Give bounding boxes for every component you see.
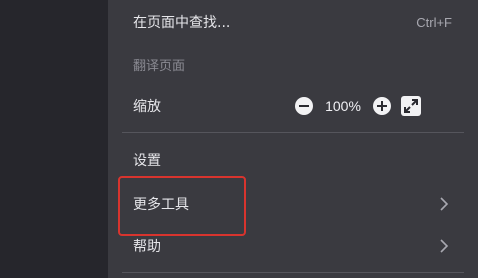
menu-item-more-tools[interactable]: 更多工具 <box>108 184 478 224</box>
menu-item-help[interactable]: 帮助 <box>108 226 478 266</box>
menu-divider <box>122 272 464 273</box>
minus-icon <box>299 105 309 107</box>
menu-item-zoom: 缩放 100% <box>108 86 478 126</box>
chevron-right-icon <box>440 239 449 253</box>
page-background <box>0 0 108 278</box>
menu-item-find[interactable]: 在页面中查找... Ctrl+F <box>108 2 478 42</box>
fullscreen-button[interactable] <box>401 96 421 116</box>
translate-label: 翻译页面 <box>133 58 186 74</box>
settings-label: 设置 <box>133 153 161 169</box>
zoom-controls: 100% <box>295 86 421 126</box>
menu-divider <box>122 132 464 133</box>
menu-item-settings[interactable]: 设置 <box>108 140 478 180</box>
find-shortcut: Ctrl+F <box>416 14 452 30</box>
zoom-out-button[interactable] <box>295 97 313 115</box>
zoom-label: 缩放 <box>133 99 161 115</box>
zoom-in-button[interactable] <box>373 97 391 115</box>
fullscreen-icon <box>404 99 418 113</box>
browser-menu: 在页面中查找... Ctrl+F 翻译页面 缩放 100% 设置 更多工具 帮助 <box>108 0 478 278</box>
more-tools-label: 更多工具 <box>133 197 189 213</box>
find-label: 在页面中查找... <box>133 15 231 31</box>
help-label: 帮助 <box>133 239 161 255</box>
chevron-right-icon <box>440 197 449 211</box>
menu-item-translate: 翻译页面 <box>108 44 478 84</box>
zoom-level: 100% <box>325 98 361 114</box>
